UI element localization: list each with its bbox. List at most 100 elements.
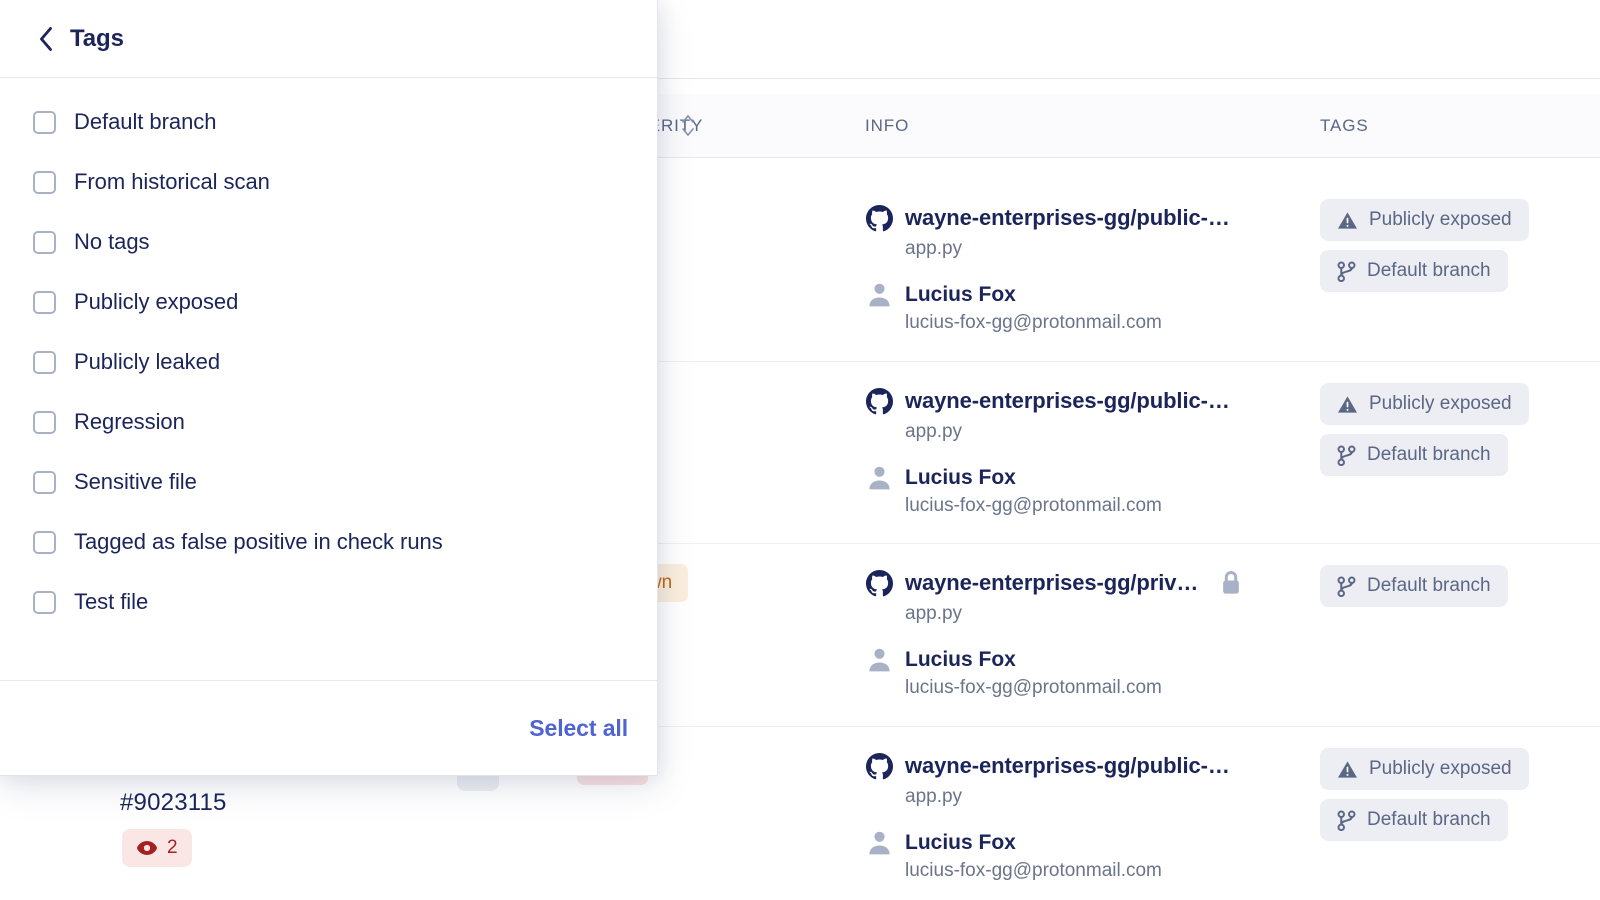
tag-publicly-exposed: Publicly exposed: [1320, 199, 1529, 241]
repository-line[interactable]: wayne-enterprises-gg/public-…: [866, 751, 1230, 781]
tag-label: Publicly exposed: [1369, 209, 1512, 230]
column-header-tags: TAGS: [1320, 115, 1369, 135]
user-icon: [869, 648, 890, 672]
git-branch-icon: [1337, 260, 1356, 282]
select-all-button[interactable]: Select all: [529, 715, 628, 742]
tag-default-branch: Default branch: [1320, 250, 1508, 292]
tag-label: Default branch: [1367, 260, 1491, 281]
repository-name: wayne-enterprises-gg/priv…: [905, 570, 1199, 595]
checkbox[interactable]: [33, 590, 56, 614]
user-icon: [869, 831, 890, 855]
tags-filter-panel: Tags Default branch From historical scan…: [0, 0, 658, 776]
tag-label: Publicly exposed: [1369, 758, 1512, 779]
file-name: app.py: [905, 786, 963, 807]
git-branch-icon: [1337, 575, 1356, 597]
repository-line[interactable]: wayne-enterprises-gg/public-…: [866, 203, 1230, 233]
sort-chevrons-icon[interactable]: [681, 114, 695, 138]
author-name: Lucius Fox: [905, 830, 1016, 854]
file-name: app.py: [905, 238, 963, 259]
incident-info: wayne-enterprises-gg/public-… app.py Luc…: [866, 751, 1230, 882]
author-name: Lucius Fox: [905, 282, 1016, 306]
github-icon: [866, 752, 893, 779]
warning-triangle-icon: [1338, 395, 1357, 413]
tags-cell: Default branch: [1320, 565, 1508, 607]
tag-option-label: Default branch: [74, 109, 217, 134]
repository-name: wayne-enterprises-gg/public-…: [905, 388, 1230, 413]
occurrences-count: 2: [167, 837, 178, 858]
tag-option-label: Sensitive file: [74, 469, 197, 494]
tags-cell: Publicly exposed Default branch: [1320, 199, 1529, 292]
warning-triangle-icon: [1338, 760, 1357, 778]
author-line: Lucius Fox: [866, 464, 1230, 492]
checkbox[interactable]: [33, 290, 56, 314]
author-email: lucius-fox-gg@protonmail.com: [905, 859, 1162, 881]
column-header-info: INFO: [865, 115, 910, 135]
checkbox[interactable]: [33, 110, 56, 134]
tag-option-label: From historical scan: [74, 169, 270, 194]
repository-line[interactable]: wayne-enterprises-gg/priv…: [866, 568, 1242, 598]
git-branch-icon: [1337, 809, 1356, 831]
file-name: app.py: [905, 603, 963, 624]
panel-header: Tags: [0, 0, 657, 78]
incident-info: wayne-enterprises-gg/public-… app.py Luc…: [866, 386, 1230, 517]
author-email: lucius-fox-gg@protonmail.com: [905, 311, 1162, 333]
occurrences-badge: 2: [122, 829, 192, 867]
repository-name: wayne-enterprises-gg/public-…: [905, 205, 1230, 230]
tag-option-label: No tags: [74, 229, 150, 254]
user-icon: [869, 283, 890, 307]
tag-label: Default branch: [1367, 575, 1491, 596]
panel-title: Tags: [70, 24, 124, 52]
tag-option-from-historical-scan[interactable]: From historical scan: [0, 152, 657, 212]
incident-info: wayne-enterprises-gg/priv… app.py Lucius…: [866, 568, 1242, 699]
tag-default-branch: Default branch: [1320, 799, 1508, 841]
repository-name: wayne-enterprises-gg/public-…: [905, 753, 1230, 778]
chevron-left-icon[interactable]: [38, 26, 54, 51]
author-name: Lucius Fox: [905, 465, 1016, 489]
github-icon: [866, 569, 893, 596]
user-icon: [869, 466, 890, 490]
lock-icon: [1223, 571, 1240, 594]
tags-cell: Publicly exposed Default branch: [1320, 748, 1529, 841]
author-line: Lucius Fox: [866, 646, 1242, 674]
checkbox[interactable]: [33, 230, 56, 254]
repository-line[interactable]: wayne-enterprises-gg/public-…: [866, 386, 1230, 416]
tag-label: Default branch: [1367, 809, 1491, 830]
tag-options-list: Default branch From historical scan No t…: [0, 78, 657, 680]
tag-publicly-exposed: Publicly exposed: [1320, 748, 1529, 790]
tag-option-default-branch[interactable]: Default branch: [0, 92, 657, 152]
tag-option-publicly-leaked[interactable]: Publicly leaked: [0, 332, 657, 392]
tag-option-regression[interactable]: Regression: [0, 392, 657, 452]
tags-cell: Publicly exposed Default branch: [1320, 383, 1529, 476]
incident-info: wayne-enterprises-gg/public-… app.py Luc…: [866, 203, 1230, 334]
checkbox[interactable]: [33, 470, 56, 494]
author-email: lucius-fox-gg@protonmail.com: [905, 676, 1162, 698]
tag-option-publicly-exposed[interactable]: Publicly exposed: [0, 272, 657, 332]
checkbox[interactable]: [33, 530, 56, 554]
tag-default-branch: Default branch: [1320, 565, 1508, 607]
tag-option-label: Regression: [74, 409, 185, 434]
tag-option-sensitive-file[interactable]: Sensitive file: [0, 452, 657, 512]
checkbox[interactable]: [33, 410, 56, 434]
tag-option-label: Publicly leaked: [74, 349, 220, 374]
panel-footer: Select all: [0, 680, 657, 775]
author-line: Lucius Fox: [866, 829, 1230, 857]
checkbox[interactable]: [33, 170, 56, 194]
tag-label: Publicly exposed: [1369, 393, 1512, 414]
tag-option-test-file[interactable]: Test file: [0, 572, 657, 632]
tag-option-label: Publicly exposed: [74, 289, 239, 314]
author-name: Lucius Fox: [905, 647, 1016, 671]
github-icon: [866, 204, 893, 231]
tag-option-label: Tagged as false positive in check runs: [74, 529, 443, 554]
tag-label: Default branch: [1367, 444, 1491, 465]
file-name: app.py: [905, 421, 963, 442]
tag-option-label: Test file: [74, 589, 149, 614]
eye-icon: [137, 841, 157, 855]
tag-default-branch: Default branch: [1320, 434, 1508, 476]
checkbox[interactable]: [33, 350, 56, 374]
author-line: Lucius Fox: [866, 281, 1230, 309]
tag-option-no-tags[interactable]: No tags: [0, 212, 657, 272]
warning-triangle-icon: [1338, 211, 1357, 229]
git-branch-icon: [1337, 444, 1356, 466]
tag-publicly-exposed: Publicly exposed: [1320, 383, 1529, 425]
tag-option-tagged-as-false-positive-in-check-runs[interactable]: Tagged as false positive in check runs: [0, 512, 657, 572]
